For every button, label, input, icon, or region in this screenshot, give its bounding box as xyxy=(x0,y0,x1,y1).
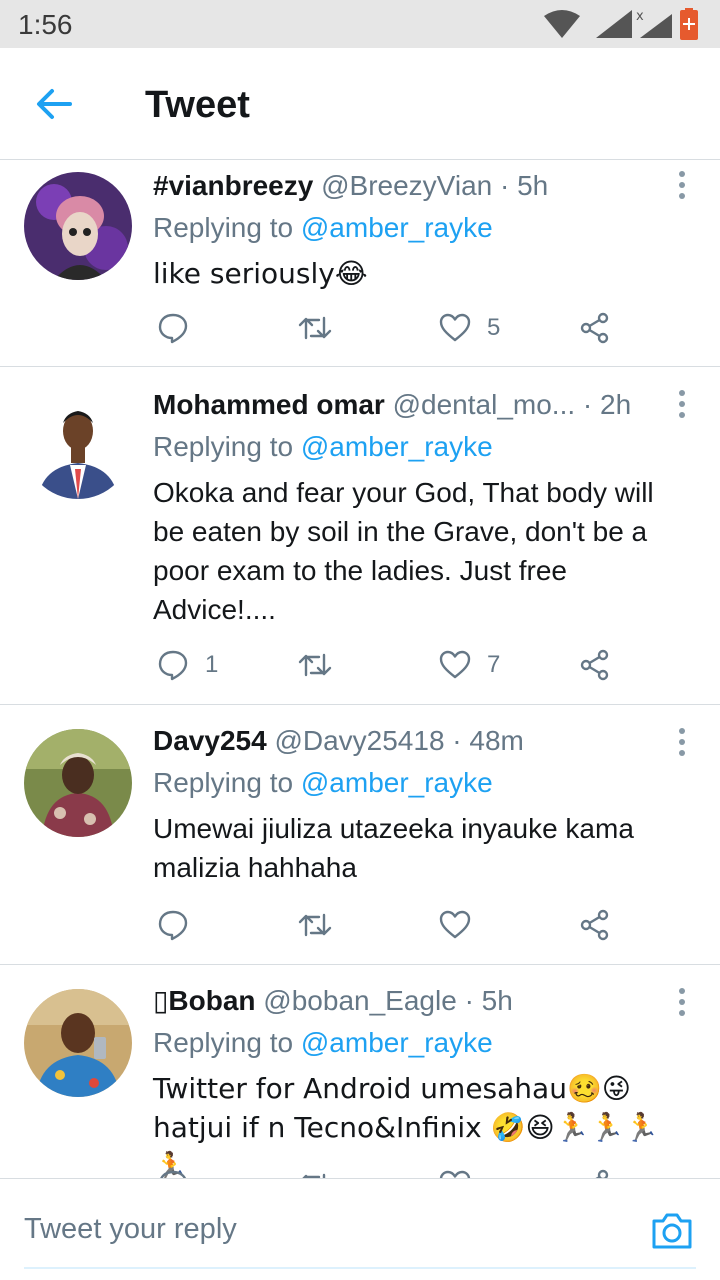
author-handle[interactable]: @BreezyVian xyxy=(321,170,492,201)
tweet-time: · 2h xyxy=(582,389,632,420)
replying-to: Replying to @amber_rayke xyxy=(153,1024,670,1062)
heart-icon xyxy=(439,650,471,679)
reply-button[interactable]: 1 xyxy=(157,645,218,685)
retweet-icon xyxy=(302,1173,326,1178)
speech-bubble-icon xyxy=(160,1170,187,1178)
retweet-button[interactable] xyxy=(297,905,333,945)
tweet-text: like seriously😂 xyxy=(153,257,368,290)
status-icons: x xyxy=(544,8,698,40)
avatar[interactable] xyxy=(24,729,132,837)
reply-button[interactable] xyxy=(157,905,205,945)
more-options-icon[interactable] xyxy=(676,389,688,419)
retweet-icon xyxy=(298,653,332,677)
avatar[interactable] xyxy=(24,989,132,1097)
mention-link[interactable]: @amber_rayke xyxy=(301,212,493,243)
more-options-icon[interactable] xyxy=(676,987,688,1017)
like-button[interactable] xyxy=(439,1165,471,1178)
no-signal-mark: x xyxy=(636,9,644,24)
like-button[interactable]: 7 xyxy=(439,645,500,685)
replying-to: Replying to @amber_rayke xyxy=(153,428,670,466)
retweet-button[interactable] xyxy=(297,308,333,348)
tweet-item[interactable]: #vianbreezy @BreezyVian · 5h Replying to… xyxy=(0,160,720,367)
camera-icon[interactable] xyxy=(650,1211,694,1251)
share-icon xyxy=(580,312,609,344)
mention-link[interactable]: @amber_rayke xyxy=(301,1027,493,1058)
reply-input[interactable]: Tweet your reply xyxy=(24,1213,237,1246)
tweet-actions xyxy=(153,1165,623,1178)
speech-bubble-icon xyxy=(158,910,188,941)
back-arrow-icon[interactable] xyxy=(34,86,74,122)
tweet-header: Davy254 @Davy25418 · 48m xyxy=(153,723,670,759)
reply-count: 1 xyxy=(205,651,219,678)
replying-prefix: Replying to xyxy=(153,1027,294,1058)
tweet-item[interactable]: Mohammed omar @dental_mo... · 2h Replyin… xyxy=(0,367,720,705)
tweet-actions xyxy=(153,905,623,945)
heart-icon xyxy=(439,910,471,939)
status-time: 1:56 xyxy=(18,9,73,40)
more-options-icon[interactable] xyxy=(676,727,688,757)
retweet-button[interactable] xyxy=(297,645,333,685)
tweet-item[interactable]: ▯Boban @boban_Eagle · 5h Replying to @am… xyxy=(0,965,720,1178)
like-count: 5 xyxy=(487,314,501,341)
author-name[interactable]: ▯Boban xyxy=(153,985,256,1016)
author-handle[interactable]: @Davy25418 xyxy=(274,725,444,756)
speech-bubble-icon xyxy=(158,650,188,681)
tweet-time: · 5h xyxy=(500,170,549,201)
retweet-icon xyxy=(298,913,332,937)
reply-button[interactable] xyxy=(157,1165,189,1178)
author-handle[interactable]: @dental_mo... xyxy=(393,389,576,420)
signal-icon xyxy=(596,10,632,38)
replying-prefix: Replying to xyxy=(153,431,294,462)
status-bar: 1:56 x xyxy=(0,0,720,48)
tweet-item[interactable]: Davy254 @Davy25418 · 48m Replying to @am… xyxy=(0,705,720,965)
tweet-time: · 5h xyxy=(464,985,513,1016)
tweet-time: · 48m xyxy=(452,725,524,756)
share-button[interactable] xyxy=(579,645,611,685)
mention-link[interactable]: @amber_rayke xyxy=(301,767,493,798)
more-options-icon[interactable] xyxy=(676,170,688,200)
author-name[interactable]: #vianbreezy xyxy=(153,170,313,201)
replying-to: Replying to @amber_rayke xyxy=(153,209,670,247)
share-button[interactable] xyxy=(579,905,611,945)
mention-link[interactable]: @amber_rayke xyxy=(301,431,493,462)
author-name[interactable]: Davy254 xyxy=(153,725,267,756)
app-bar: Tweet xyxy=(0,48,720,160)
heart-icon xyxy=(439,313,471,342)
share-icon xyxy=(580,909,609,941)
like-count: 7 xyxy=(487,651,501,678)
share-button[interactable] xyxy=(579,308,611,348)
like-button[interactable] xyxy=(439,905,487,945)
author-name[interactable]: Mohammed omar xyxy=(153,389,385,420)
reply-input-underline xyxy=(24,1267,696,1269)
replying-prefix: Replying to xyxy=(153,767,294,798)
share-button[interactable] xyxy=(579,1165,611,1178)
tweet-text: Twitter for Android umesahau🥴😜 hatjui if… xyxy=(153,1072,660,1178)
like-button[interactable]: 5 xyxy=(439,308,500,348)
share-icon xyxy=(595,1169,609,1178)
share-icon xyxy=(580,649,609,681)
speech-bubble-icon xyxy=(158,313,188,344)
signal-icon-2 xyxy=(640,14,672,38)
tweet-actions: 5 xyxy=(153,308,623,348)
reply-composer: Tweet your reply xyxy=(0,1178,720,1280)
avatar[interactable] xyxy=(24,172,132,280)
avatar[interactable] xyxy=(24,391,132,499)
author-handle[interactable]: @boban_Eagle xyxy=(263,985,456,1016)
tweet-header: Mohammed omar @dental_mo... · 2h xyxy=(153,387,670,423)
tweet-text: Umewai jiuliza utazeeka inyauke kama mal… xyxy=(153,813,634,883)
retweet-icon xyxy=(298,316,332,340)
wifi-icon xyxy=(544,10,580,38)
retweet-button[interactable] xyxy=(297,1165,333,1178)
heart-icon xyxy=(439,1170,471,1178)
reply-button[interactable] xyxy=(157,308,205,348)
tweet-header: ▯Boban @boban_Eagle · 5h xyxy=(153,983,670,1019)
replying-prefix: Replying to xyxy=(153,212,294,243)
page-title: Tweet xyxy=(145,84,250,126)
tweet-header: #vianbreezy @BreezyVian · 5h xyxy=(153,168,670,204)
tweet-actions: 1 7 xyxy=(153,645,623,685)
tweet-text: Okoka and fear your God, That body will … xyxy=(153,477,654,625)
replying-to: Replying to @amber_rayke xyxy=(153,764,670,802)
